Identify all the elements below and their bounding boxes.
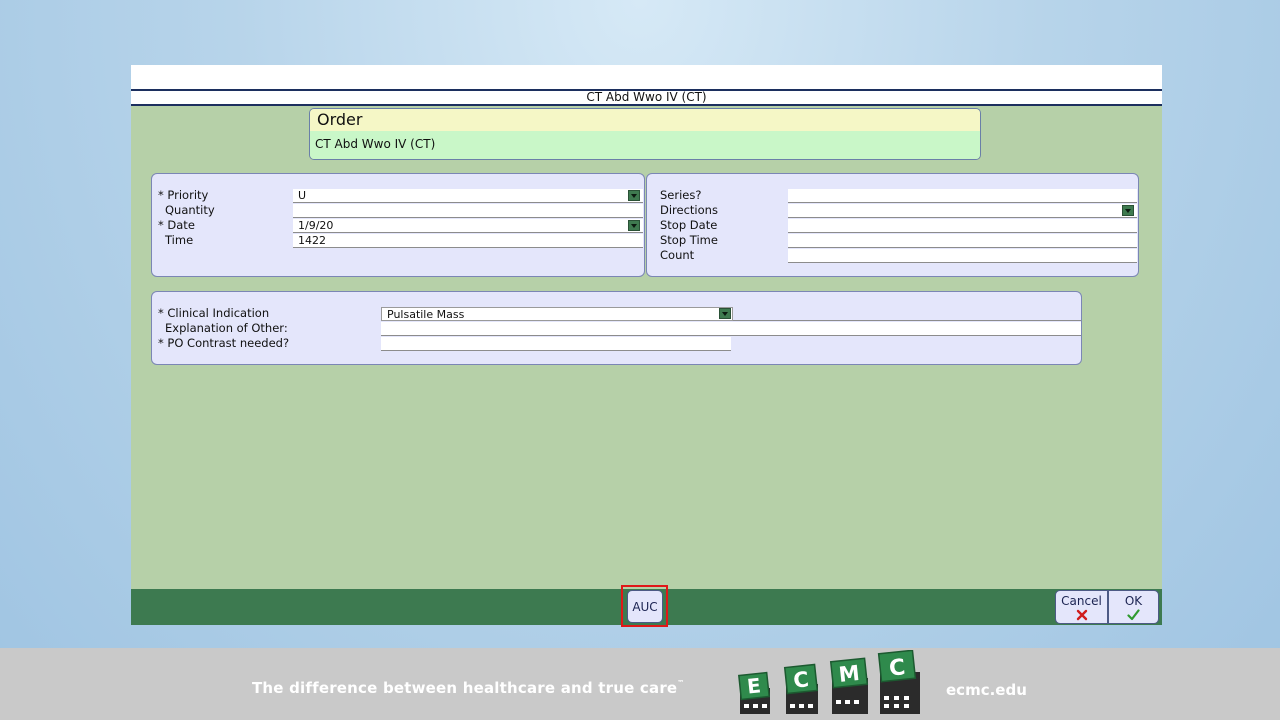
directions-label: Directions	[660, 203, 718, 217]
order-dialog: CT Abd Wwo IV (CT) Order CT Abd Wwo IV (…	[131, 65, 1162, 627]
logo-letter-c2: C	[888, 655, 907, 682]
stop-time-field[interactable]	[788, 234, 1137, 248]
top-bar	[131, 65, 1162, 89]
explanation-field[interactable]	[381, 322, 1081, 336]
clinical-indication-dropdown-icon[interactable]	[719, 308, 731, 319]
stop-date-field[interactable]	[788, 219, 1137, 233]
count-label: Count	[660, 248, 695, 262]
cancel-label: Cancel	[1061, 594, 1102, 608]
logo-letter-e: E	[746, 673, 762, 698]
order-summary-panel: Order CT Abd Wwo IV (CT)	[309, 108, 981, 160]
series-field[interactable]	[788, 189, 1137, 203]
action-bar: AUC Cancel OK	[131, 585, 1162, 627]
po-contrast-field[interactable]	[381, 337, 731, 351]
logo-letter-c1: C	[792, 667, 810, 692]
checkmark-icon	[1127, 609, 1140, 621]
footer-tagline: The difference between healthcare and tr…	[252, 679, 685, 697]
stop-date-label: Stop Date	[660, 218, 718, 232]
date-field[interactable]: 1/9/20	[293, 219, 643, 233]
clinical-indication-field[interactable]: Pulsatile Mass	[381, 307, 733, 321]
time-label: Time	[165, 233, 194, 247]
ok-button[interactable]: OK	[1108, 590, 1159, 624]
cancel-x-icon	[1076, 609, 1087, 621]
order-name: CT Abd Wwo IV (CT)	[310, 131, 980, 159]
po-contrast-label: * PO Contrast needed?	[158, 336, 290, 350]
stop-time-label: Stop Time	[660, 233, 718, 247]
priority-field[interactable]: U	[293, 189, 643, 203]
series-label: Series?	[660, 188, 702, 202]
count-field[interactable]	[788, 249, 1137, 263]
quantity-field[interactable]	[293, 204, 643, 218]
window-title: CT Abd Wwo IV (CT)	[131, 89, 1162, 106]
order-details-panel: * Priority U Quantity * Date 1/9/20 Time…	[151, 173, 645, 277]
explanation-label: Explanation of Other:	[165, 321, 288, 335]
footer-banner: The difference between healthcare and tr…	[0, 648, 1280, 720]
logo-letter-m: M	[837, 661, 860, 687]
directions-field[interactable]	[788, 204, 1137, 218]
priority-label: * Priority	[158, 188, 209, 202]
ok-label: OK	[1124, 594, 1143, 608]
clinical-indication-label: * Clinical Indication	[158, 306, 270, 320]
footer-url[interactable]: ecmc.edu	[946, 681, 1027, 699]
order-heading: Order	[310, 109, 980, 131]
clinical-panel: * Clinical Indication Pulsatile Mass Exp…	[151, 291, 1082, 365]
divider	[733, 320, 1081, 321]
date-dropdown-icon[interactable]	[628, 220, 640, 231]
ecmc-logo-icon: E C M C	[737, 650, 920, 714]
series-details-panel: Series? Directions Stop Date Stop Time C…	[646, 173, 1139, 277]
time-field[interactable]: 1422	[293, 234, 643, 248]
quantity-label: Quantity	[165, 203, 215, 217]
priority-dropdown-icon[interactable]	[628, 190, 640, 201]
date-label: * Date	[158, 218, 195, 232]
directions-dropdown-icon[interactable]	[1122, 205, 1134, 216]
auc-button[interactable]: AUC	[627, 590, 663, 623]
cancel-button[interactable]: Cancel	[1055, 590, 1108, 624]
